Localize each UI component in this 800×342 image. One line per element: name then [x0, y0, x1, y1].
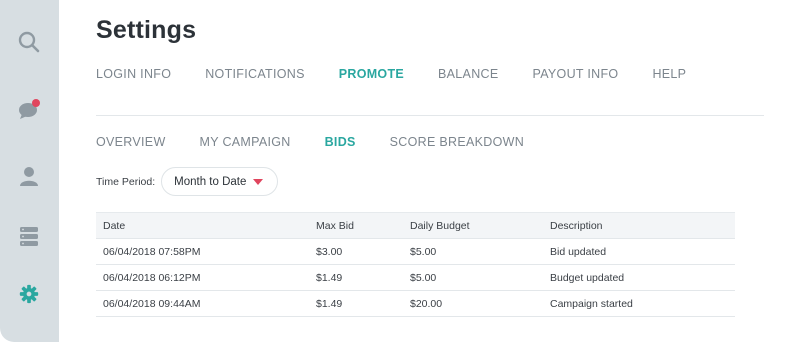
main-content: Settings LOGIN INFO NOTIFICATIONS PROMOT… [59, 0, 800, 342]
time-period-value: Month to Date [174, 175, 247, 188]
time-period-select[interactable]: Month to Date [161, 167, 279, 196]
time-period-filter: Time Period: Month to Date [96, 167, 279, 196]
column-header-max-bid[interactable]: Max Bid [309, 212, 403, 239]
tab-notifications[interactable]: NOTIFICATIONS [205, 67, 305, 81]
section-divider [96, 115, 764, 116]
table-row: 06/04/2018 07:58PM $3.00 $5.00 Bid updat… [96, 238, 735, 265]
column-header-description[interactable]: Description [543, 212, 735, 239]
notification-dot [32, 99, 40, 107]
cell-daily-budget: $5.00 [403, 264, 543, 291]
cell-description: Budget updated [543, 264, 735, 291]
cell-date: 06/04/2018 09:44AM [96, 290, 309, 317]
top-tabs: LOGIN INFO NOTIFICATIONS PROMOTE BALANCE… [96, 67, 720, 81]
cell-date: 06/04/2018 06:12PM [96, 264, 309, 291]
user-icon[interactable] [14, 161, 44, 191]
page-title: Settings [96, 16, 197, 44]
column-header-date[interactable]: Date [96, 212, 309, 239]
bids-table: Date Max Bid Daily Budget Description 06… [96, 212, 735, 317]
subtab-overview[interactable]: OVERVIEW [96, 135, 166, 149]
tab-promote[interactable]: PROMOTE [339, 67, 404, 81]
subtab-my-campaign[interactable]: MY CAMPAIGN [200, 135, 291, 149]
cell-description: Bid updated [543, 238, 735, 265]
server-icon[interactable] [14, 221, 44, 251]
cell-date: 06/04/2018 07:58PM [96, 238, 309, 265]
subtab-bids[interactable]: BIDS [325, 135, 356, 149]
sub-tabs: OVERVIEW MY CAMPAIGN BIDS SCORE BREAKDOW… [96, 135, 558, 149]
search-icon[interactable] [14, 27, 44, 57]
table-row: 06/04/2018 06:12PM $1.49 $5.00 Budget up… [96, 264, 735, 291]
tab-login-info[interactable]: LOGIN INFO [96, 67, 171, 81]
cell-daily-budget: $20.00 [403, 290, 543, 317]
cell-description: Campaign started [543, 290, 735, 317]
time-period-label: Time Period: [96, 175, 156, 188]
cell-max-bid: $3.00 [309, 238, 403, 265]
subtab-score-breakdown[interactable]: SCORE BREAKDOWN [390, 135, 524, 149]
tab-balance[interactable]: BALANCE [438, 67, 498, 81]
column-header-daily-budget[interactable]: Daily Budget [403, 212, 543, 239]
table-header-row: Date Max Bid Daily Budget Description [96, 212, 735, 239]
tab-payout-info[interactable]: PAYOUT INFO [533, 67, 619, 81]
caret-down-icon [253, 178, 264, 185]
cell-max-bid: $1.49 [309, 290, 403, 317]
table-row: 06/04/2018 09:44AM $1.49 $20.00 Campaign… [96, 290, 735, 317]
cell-max-bid: $1.49 [309, 264, 403, 291]
sidebar [0, 0, 59, 342]
cell-daily-budget: $5.00 [403, 238, 543, 265]
tab-help[interactable]: HELP [652, 67, 686, 81]
chat-icon[interactable] [14, 94, 44, 124]
gear-icon[interactable] [14, 279, 44, 309]
